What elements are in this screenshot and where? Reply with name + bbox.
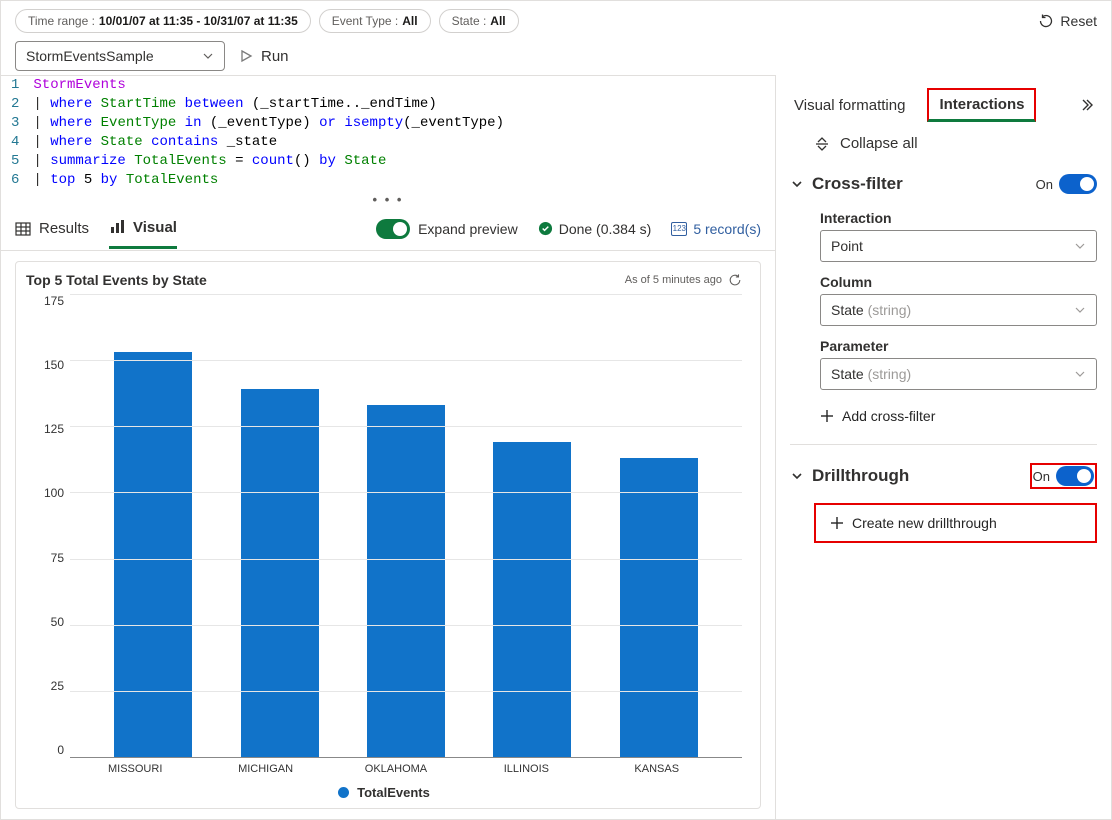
query-editor[interactable]: 123 456 StormEvents | where StartTime be… [1, 75, 775, 190]
parameter-field-label: Parameter [790, 330, 1097, 358]
table-icon [15, 221, 31, 237]
records-label: 5 record(s) [693, 221, 761, 237]
bar-chart-icon [109, 219, 125, 235]
cross-filter-toggle[interactable]: On [1036, 174, 1097, 194]
database-select[interactable]: StormEventsSample [15, 41, 225, 71]
reset-label: Reset [1060, 13, 1097, 29]
chart-timestamp: As of 5 minutes ago [625, 274, 722, 286]
expand-preview-toggle[interactable]: Expand preview [376, 219, 518, 239]
state-filter-label: State : [452, 14, 487, 28]
state-filter[interactable]: State : All [439, 9, 519, 33]
toggle-on-icon [376, 219, 410, 239]
toggle-on-label: On [1036, 177, 1053, 192]
create-drillthrough-label: Create new drillthrough [852, 515, 997, 531]
time-range-value: 10/01/07 at 11:35 - 10/31/07 at 11:35 [99, 14, 298, 28]
chart-bar[interactable] [367, 405, 445, 757]
chevron-down-icon [790, 177, 804, 191]
switch-on-icon [1056, 466, 1094, 486]
query-status: Done (0.384 s) [538, 221, 652, 237]
collapse-all-label: Collapse all [840, 135, 918, 152]
legend-label: TotalEvents [357, 785, 430, 800]
collapse-all-icon [814, 136, 830, 152]
event-type-value: All [402, 14, 417, 28]
toggle-on-label: On [1033, 469, 1050, 484]
chevron-down-icon [202, 50, 214, 62]
plus-icon [830, 516, 844, 530]
chart-title: Top 5 Total Events by State [26, 272, 207, 288]
chevron-down-icon [1074, 240, 1086, 252]
state-filter-value: All [490, 14, 505, 28]
run-button[interactable]: Run [239, 48, 289, 65]
column-dropdown[interactable]: State (string) [820, 294, 1097, 326]
expand-preview-label: Expand preview [418, 221, 518, 237]
tab-interactions[interactable]: Interactions [927, 88, 1036, 122]
check-circle-icon [538, 221, 553, 236]
plus-icon [820, 409, 834, 423]
section-cross-filter[interactable]: Cross-filter On [790, 166, 1097, 202]
interaction-value: Point [831, 238, 863, 254]
column-value: State (string) [831, 302, 911, 318]
records-icon: 123 [671, 222, 687, 236]
x-axis-labels: MISSOURIMICHIGANOKLAHOMAILLINOISKANSAS [26, 757, 742, 775]
tab-visual[interactable]: Visual [109, 209, 177, 249]
collapse-panel-icon[interactable] [1081, 97, 1097, 113]
reset-button[interactable]: Reset [1038, 13, 1097, 29]
database-select-value: StormEventsSample [26, 48, 154, 64]
interaction-dropdown[interactable]: Point [820, 230, 1097, 262]
chart-legend: TotalEvents [26, 775, 742, 804]
y-axis-ticks: 1751501251007550250 [26, 288, 70, 757]
tab-interactions-label: Interactions [939, 96, 1024, 113]
chevron-down-icon [790, 469, 804, 483]
create-drillthrough-button[interactable]: Create new drillthrough [816, 505, 1011, 541]
time-range-label: Time range : [28, 14, 95, 28]
chart-bar[interactable] [493, 442, 571, 757]
tab-results[interactable]: Results [15, 210, 89, 247]
event-type-filter[interactable]: Event Type : All [319, 9, 431, 33]
status-text: Done (0.384 s) [559, 221, 652, 237]
code-area[interactable]: StormEvents | where StartTime between (_… [29, 76, 508, 190]
event-type-label: Event Type : [332, 14, 399, 28]
parameter-dropdown[interactable]: State (string) [820, 358, 1097, 390]
parameter-value: State (string) [831, 366, 911, 382]
chart-bar[interactable] [620, 458, 698, 757]
interaction-field-label: Interaction [790, 202, 1097, 230]
resize-handle[interactable]: • • • [1, 190, 775, 207]
line-gutter: 123 456 [1, 76, 29, 190]
chart-bar[interactable] [114, 352, 192, 757]
chart-card: Top 5 Total Events by State As of 5 minu… [15, 261, 761, 809]
chevron-down-icon [1074, 304, 1086, 316]
section-drillthrough[interactable]: Drillthrough On [790, 455, 1097, 497]
tab-visual-formatting-label: Visual formatting [794, 97, 905, 114]
play-icon [239, 49, 253, 63]
legend-swatch [338, 787, 349, 798]
refresh-icon[interactable] [728, 273, 742, 287]
collapse-all-button[interactable]: Collapse all [790, 127, 1097, 166]
run-label: Run [261, 48, 289, 65]
chart-plot-area [70, 288, 742, 757]
chart-bar[interactable] [241, 389, 319, 757]
cross-filter-title: Cross-filter [812, 174, 1028, 194]
drillthrough-title: Drillthrough [812, 466, 1022, 486]
add-cross-filter-button[interactable]: Add cross-filter [790, 394, 1097, 434]
record-count: 123 5 record(s) [671, 221, 761, 237]
tab-visual-formatting[interactable]: Visual formatting [790, 89, 909, 122]
drillthrough-toggle[interactable]: On [1033, 466, 1094, 486]
chevron-down-icon [1074, 368, 1086, 380]
column-field-label: Column [790, 266, 1097, 294]
time-range-filter[interactable]: Time range : 10/01/07 at 11:35 - 10/31/0… [15, 9, 311, 33]
switch-on-icon [1059, 174, 1097, 194]
tab-visual-label: Visual [133, 219, 177, 236]
tab-results-label: Results [39, 220, 89, 237]
reset-icon [1038, 13, 1054, 29]
add-cross-filter-label: Add cross-filter [842, 408, 935, 424]
